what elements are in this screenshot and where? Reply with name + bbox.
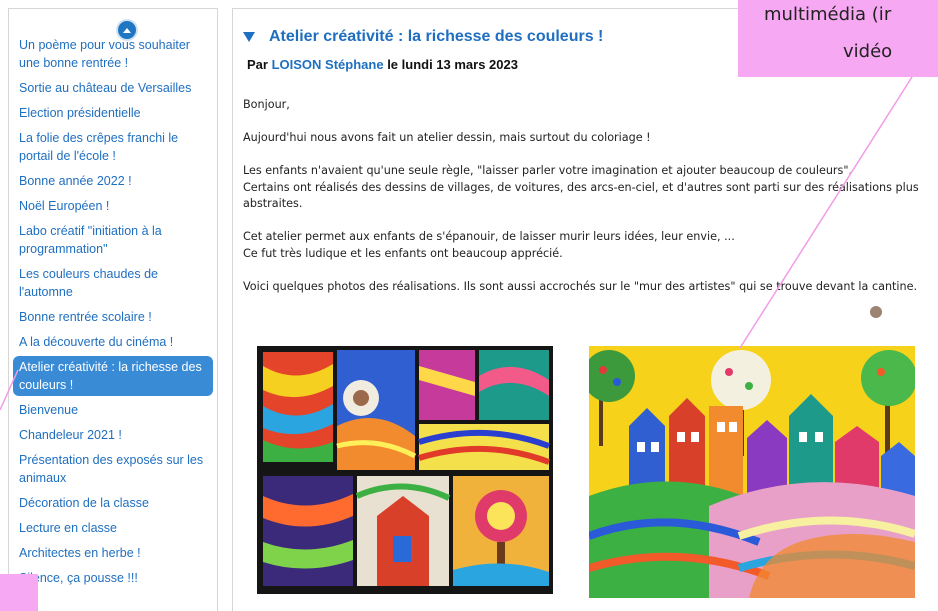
sidebar-item[interactable]: Architectes en herbe ! [13, 544, 213, 562]
sidebar-item[interactable]: La folie des crêpes franchi le portail d… [13, 129, 213, 165]
paragraph: Certains ont réalisés des dessins de vil… [243, 180, 919, 211]
sidebar-item[interactable]: Silence, ça pousse !!! [13, 569, 213, 587]
sidebar-item[interactable]: Labo créatif "initiation à la programmat… [13, 222, 213, 258]
overlay-line-1: multimédia (ir [764, 4, 892, 25]
paragraph: Voici quelques photos des réalisations. … [243, 279, 918, 293]
artwork-photo-village[interactable] [589, 346, 915, 598]
sidebar-item[interactable]: Un poème pour vous souhaiter une bonne r… [13, 36, 213, 72]
sidebar-item[interactable]: Décoration de la classe [13, 494, 213, 512]
article-panel: Atelier créativité : la richesse des cou… [232, 8, 938, 611]
sidebar-item[interactable]: Les couleurs chaudes de l'automne [13, 265, 213, 301]
sidebar-item[interactable]: Bonne rentrée scolaire ! [13, 308, 213, 326]
article-title: Atelier créativité : la richesse des cou… [269, 28, 604, 45]
article-body: Bonjour, Aujourd'hui nous avons fait un … [243, 97, 933, 312]
byline-prefix: Par [247, 57, 268, 72]
triangle-down-icon[interactable] [243, 32, 255, 42]
byline-date: le lundi 13 mars 2023 [387, 57, 518, 72]
scroll-up-button[interactable] [116, 19, 138, 41]
article-header: Atelier créativité : la richesse des cou… [243, 27, 603, 47]
sidebar-item[interactable]: Bonne année 2022 ! [13, 172, 213, 190]
sidebar-item-active[interactable]: Atelier créativité : la richesse des cou… [13, 356, 213, 396]
sidebar-item[interactable]: Noël Européen ! [13, 197, 213, 215]
chevron-up-icon [123, 28, 131, 33]
sidebar-item[interactable]: Election présidentielle [13, 104, 213, 122]
sidebar-item[interactable]: Lecture en classe [13, 519, 213, 537]
sidebar-item[interactable]: Chandeleur 2021 ! [13, 426, 213, 444]
paragraph: Bonjour, [243, 98, 290, 111]
sidebar-item[interactable]: Sortie au château de Versailles [13, 79, 213, 97]
paragraph: Ce fut très ludique et les enfants ont b… [243, 246, 563, 260]
paragraph: Aujourd'hui nous avons fait un atelier d… [243, 131, 651, 144]
paragraph: Cet atelier permet aux enfants de s'épan… [243, 230, 735, 243]
author-link[interactable]: LOISON Stéphane [272, 57, 384, 72]
article-byline: Par LOISON Stéphane le lundi 13 mars 202… [247, 57, 518, 72]
sidebar-item[interactable]: Présentation des exposés sur les animaux [13, 451, 213, 487]
paragraph: Les enfants n'avaient qu'une seule règle… [243, 164, 853, 177]
sidebar-list: Un poème pour vous souhaiter une bonne r… [9, 36, 217, 594]
sidebar-item[interactable]: Bienvenue [13, 401, 213, 419]
overlay-marker [0, 574, 38, 611]
overlay-line-2: vidéo [843, 41, 893, 62]
artwork-photo-collage[interactable] [257, 346, 553, 594]
annotation-dot [870, 306, 882, 318]
multimedia-overlay: multimédia (ir vidéo [738, 0, 938, 77]
sidebar-nav: Un poème pour vous souhaiter une bonne r… [8, 8, 218, 611]
sidebar-item[interactable]: A la découverte du cinéma ! [13, 333, 213, 351]
